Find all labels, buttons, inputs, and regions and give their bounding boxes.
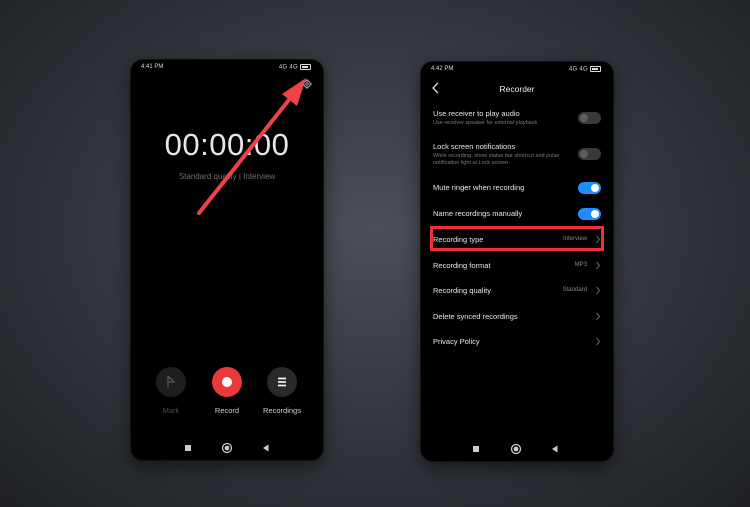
red-arrow-annotation: [197, 78, 306, 215]
